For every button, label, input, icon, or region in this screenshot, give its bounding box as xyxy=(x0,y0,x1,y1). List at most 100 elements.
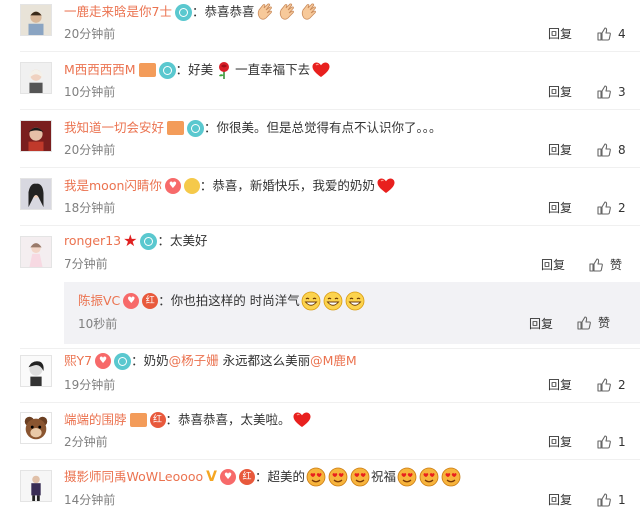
laugh-emoji-icon xyxy=(301,291,321,311)
vip-badge-icon[interactable] xyxy=(187,119,205,137)
like-count: 2 xyxy=(618,201,626,215)
avatar[interactable] xyxy=(20,62,52,94)
comment-line: ronger13 ★ ：太美好 xyxy=(64,232,207,250)
like-button[interactable]: 1 xyxy=(596,492,626,508)
like-button[interactable]: 4 xyxy=(596,26,626,42)
comment-time: 10分钟前 xyxy=(64,85,116,99)
username-link[interactable]: ronger13 xyxy=(64,232,121,250)
comment-time: 14分钟前 xyxy=(64,493,116,507)
star-badge-icon[interactable]: ★ xyxy=(123,232,137,250)
reply-button[interactable]: 回复 xyxy=(548,84,572,100)
reply-button[interactable]: 回复 xyxy=(548,200,572,216)
divider xyxy=(20,51,640,52)
reply-button[interactable]: 回复 xyxy=(541,257,565,273)
like-button[interactable]: 1 xyxy=(596,434,626,450)
reply-button[interactable]: 回复 xyxy=(548,434,572,450)
like-count: 1 xyxy=(618,435,626,449)
fan-heart-icon[interactable]: ♥ xyxy=(164,178,181,194)
avatar[interactable] xyxy=(20,355,52,387)
clap-emoji-icon xyxy=(299,2,319,22)
mention-link[interactable]: @杨子姗 xyxy=(169,352,219,370)
love-face-emoji-icon xyxy=(306,467,326,487)
username-link[interactable]: M西西西西M xyxy=(64,61,136,79)
red-badge-icon[interactable]: 红 xyxy=(239,469,256,485)
clap-emoji-icon xyxy=(255,2,275,22)
avatar[interactable] xyxy=(20,412,52,444)
fan-heart-icon[interactable]: ♥ xyxy=(95,353,112,369)
reply-button[interactable]: 回复 xyxy=(548,142,572,158)
thumbs-up-icon xyxy=(596,142,612,158)
fan-heart-icon[interactable]: ♥ xyxy=(123,293,140,309)
like-count: 4 xyxy=(618,27,626,41)
comment-time: 20分钟前 xyxy=(64,27,116,41)
reply-button[interactable]: 回复 xyxy=(529,316,553,332)
like-button[interactable]: 赞 xyxy=(588,257,622,273)
comment-text: ：超美的 xyxy=(255,469,306,484)
comment-text: ：恭喜恭喜，太美啦。 xyxy=(165,412,291,427)
divider xyxy=(20,109,640,110)
avatar[interactable] xyxy=(20,236,52,268)
fan-heart-icon[interactable]: ♥ xyxy=(220,469,237,485)
member-gift-icon[interactable] xyxy=(138,63,156,77)
vip-badge-icon[interactable] xyxy=(140,232,158,250)
comment-text: 永远都这么美丽 xyxy=(218,353,311,368)
username-link[interactable]: 端端的围脖 xyxy=(64,411,127,429)
username-link[interactable]: 我知道一切会安好 xyxy=(64,119,164,137)
divider xyxy=(20,225,640,226)
like-button[interactable]: 2 xyxy=(596,200,626,216)
thumbs-up-icon xyxy=(596,434,612,450)
avatar[interactable] xyxy=(20,178,52,210)
divider xyxy=(20,402,640,403)
like-button[interactable]: 3 xyxy=(596,84,626,100)
member-gift-icon[interactable] xyxy=(129,413,147,427)
vip-badge-icon[interactable] xyxy=(158,61,176,79)
member-gift-icon[interactable] xyxy=(167,121,185,135)
comment-time: 18分钟前 xyxy=(64,201,116,215)
like-count: 8 xyxy=(618,143,626,157)
vip-badge-icon[interactable] xyxy=(114,352,132,370)
avatar[interactable] xyxy=(20,120,52,152)
mention-link[interactable]: @M鹿M xyxy=(310,352,357,370)
reply-button[interactable]: 回复 xyxy=(548,377,572,393)
comment-text: ：奶奶 xyxy=(131,353,169,368)
comment-line: 熙Y7 ♥ ：奶奶 @杨子姗 永远都这么美丽 @M鹿M xyxy=(64,352,357,370)
cat-badge-icon[interactable] xyxy=(183,178,200,194)
thumbs-up-icon xyxy=(596,200,612,216)
thumbs-up-icon xyxy=(576,315,592,331)
comment-text: ：恭喜，新婚快乐，我爱的奶奶 xyxy=(199,178,375,193)
thumbs-up-icon xyxy=(596,26,612,42)
like-button[interactable]: 2 xyxy=(596,377,626,393)
love-face-emoji-icon xyxy=(419,467,439,487)
comment-time: 19分钟前 xyxy=(64,378,116,392)
username-link[interactable]: 我是moon闪睛你 xyxy=(64,177,162,195)
username-link[interactable]: 陈振VC xyxy=(78,292,120,310)
like-count: 1 xyxy=(618,493,626,507)
username-link[interactable]: 一鹿走来晗是你7士 xyxy=(64,3,172,21)
comment-line: 我是moon闪睛你 ♥ ：恭喜，新婚快乐，我爱的奶奶 xyxy=(64,177,397,195)
red-badge-icon[interactable]: 红 xyxy=(142,293,159,309)
username-link[interactable]: 熙Y7 xyxy=(64,352,92,370)
avatar[interactable] xyxy=(20,470,52,502)
love-face-emoji-icon xyxy=(441,467,461,487)
username-link[interactable]: 摄影师同禹WoWLeoooo xyxy=(64,468,203,486)
verified-v-icon[interactable]: V xyxy=(206,468,217,486)
like-button[interactable]: 赞 xyxy=(576,315,610,331)
laugh-emoji-icon xyxy=(323,291,343,311)
like-count: 3 xyxy=(618,85,626,99)
comment-time: 20分钟前 xyxy=(64,143,116,157)
avatar[interactable] xyxy=(20,4,52,36)
red-badge-icon[interactable]: 红 xyxy=(149,412,166,428)
like-button[interactable]: 8 xyxy=(596,142,626,158)
reply-button[interactable]: 回复 xyxy=(548,492,572,508)
heart-emoji-icon xyxy=(376,176,396,196)
comment-text: ：你也拍这样的 时尚洋气 xyxy=(158,293,300,308)
reply-button[interactable]: 回复 xyxy=(548,26,572,42)
comment-line: 我知道一切会安好 ：你很美。但是总觉得有点不认识你了。。。 xyxy=(64,119,442,137)
like-count: 2 xyxy=(618,378,626,392)
comment-time: 10秒前 xyxy=(78,317,118,331)
vip-badge-icon[interactable] xyxy=(174,3,192,21)
comment-text: ：恭喜恭喜 xyxy=(191,4,255,19)
comment-time: 7分钟前 xyxy=(64,257,108,271)
love-face-emoji-icon xyxy=(397,467,417,487)
sub-comment-line: 陈振VC ♥ 红 ：你也拍这样的 时尚洋气 xyxy=(78,292,366,310)
